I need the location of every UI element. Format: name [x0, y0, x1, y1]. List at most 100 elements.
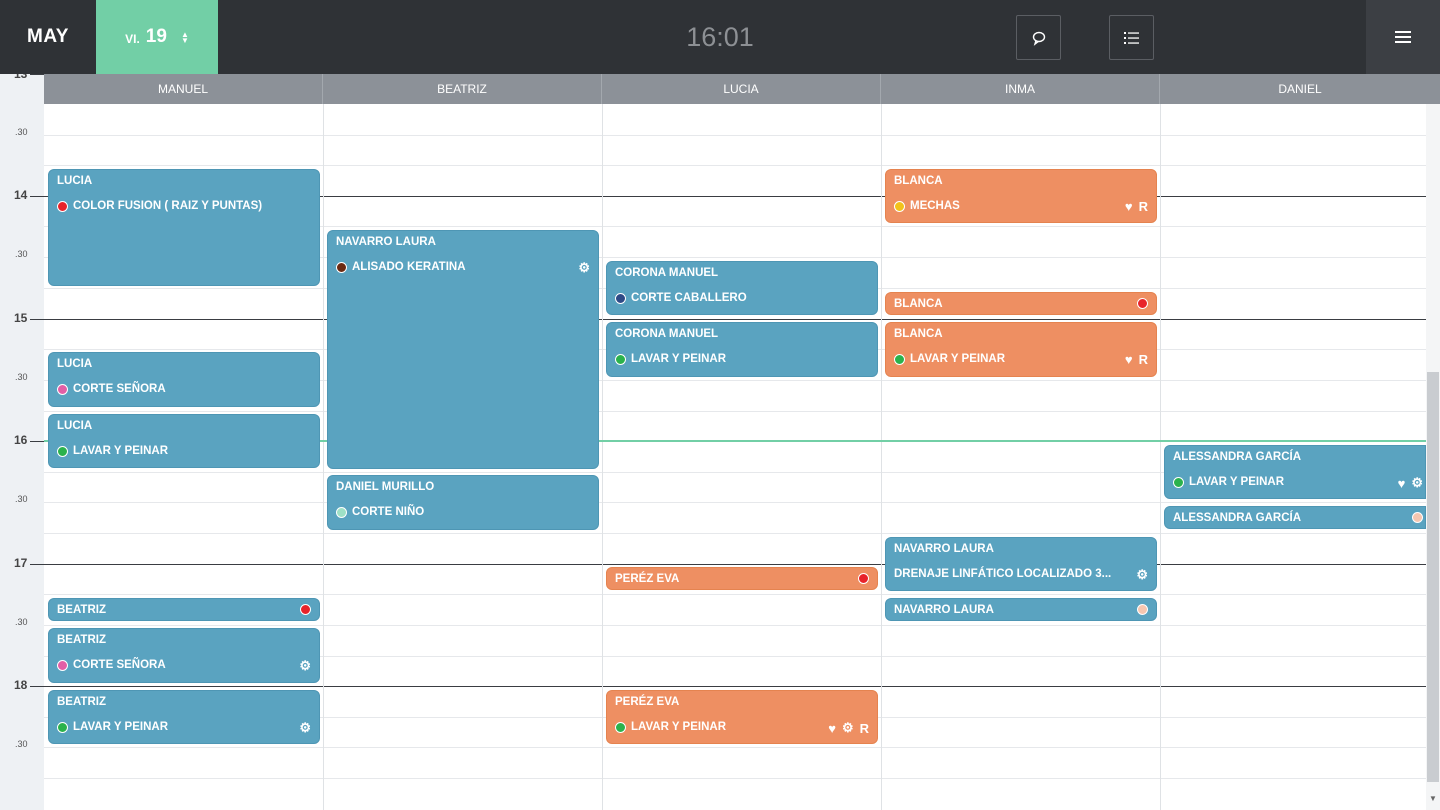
appointment[interactable]: CORONA MANUEL CORTE CABALLERO: [606, 261, 878, 315]
appointment[interactable]: BLANCA: [885, 292, 1157, 315]
appointment[interactable]: BEATRIZ: [48, 598, 320, 621]
appointment[interactable]: NAVARRO LAURA DRENAJE LINFÁTICO LOCALIZA…: [885, 537, 1157, 591]
appointment[interactable]: DANIEL MURILLO CORTE NIÑO: [327, 475, 599, 530]
status-dot: [1137, 298, 1148, 309]
vertical-scrollbar[interactable]: ▼: [1426, 104, 1440, 810]
grid-line: [44, 411, 1426, 412]
gear-icon[interactable]: ⚙: [299, 720, 311, 736]
scrollbar-thumb[interactable]: [1427, 372, 1439, 782]
appointment-service: LAVAR Y PEINAR: [1173, 476, 1284, 488]
appointment[interactable]: CORONA MANUEL LAVAR Y PEINAR: [606, 322, 878, 377]
column-divider: [602, 104, 603, 810]
time-label: .30: [15, 127, 28, 137]
appointment[interactable]: LUCIA LAVAR Y PEINAR: [48, 414, 320, 468]
column-header-lucia[interactable]: LUCIA: [602, 74, 881, 104]
appointment[interactable]: NAVARRO LAURA: [885, 598, 1157, 621]
time-label: 14: [14, 188, 28, 202]
appointment[interactable]: LUCIA COLOR FUSION ( RAIZ Y PUNTAS): [48, 169, 320, 286]
appointment-client: ALESSANDRA GARCÍA: [1173, 451, 1301, 463]
appointment-service: CORTE CABALLERO: [615, 292, 747, 304]
appointment-service: DRENAJE LINFÁTICO LOCALIZADO 3...: [894, 568, 1112, 580]
appointment[interactable]: LUCIA CORTE SEÑORA: [48, 352, 320, 407]
status-dot: [57, 383, 68, 395]
appointment-client: BLANCA: [894, 298, 943, 310]
appointment-service: CORTE NIÑO: [336, 506, 424, 518]
appointment[interactable]: ALESSANDRA GARCÍA: [1164, 506, 1426, 529]
column-header-daniel[interactable]: DANIEL: [1160, 74, 1440, 104]
schedule-grid[interactable]: LUCIA COLOR FUSION ( RAIZ Y PUNTAS) LUCI…: [44, 104, 1426, 810]
heart-icon[interactable]: ♥: [1398, 476, 1406, 491]
status-dot: [1412, 512, 1423, 523]
appointment-client: BLANCA: [894, 328, 943, 340]
time-label: .30: [15, 249, 28, 259]
column-header-manuel[interactable]: MANUEL: [44, 74, 323, 104]
grid-line: [44, 778, 1426, 779]
status-dot: [858, 573, 869, 584]
status-dot: [57, 445, 68, 457]
appointment-client: NAVARRO LAURA: [894, 543, 994, 555]
recurring-badge[interactable]: R: [860, 721, 869, 736]
gear-icon[interactable]: ⚙: [299, 658, 311, 674]
column-header-beatriz[interactable]: BEATRIZ: [323, 74, 602, 104]
status-dot: [336, 261, 347, 273]
main-menu-button[interactable]: [1366, 0, 1440, 74]
status-dot: [300, 604, 311, 615]
appointment[interactable]: ALESSANDRA GARCÍA LAVAR Y PEINAR ♥ ⚙: [1164, 445, 1426, 499]
grid-line: [44, 165, 1426, 166]
chat-button[interactable]: [1016, 15, 1061, 60]
appointment-client: BLANCA: [894, 175, 943, 187]
staff-column-headers: MANUEL BEATRIZ LUCIA INMA DANIEL: [44, 74, 1440, 104]
hamburger-menu-icon: [1395, 31, 1411, 43]
column-divider: [881, 104, 882, 810]
list-view-button[interactable]: [1109, 15, 1154, 60]
recurring-badge[interactable]: R: [1139, 199, 1148, 214]
appointment[interactable]: BLANCA LAVAR Y PEINAR ♥ R: [885, 322, 1157, 377]
status-dot: [57, 200, 68, 212]
appointment[interactable]: BLANCA MECHAS ♥ R: [885, 169, 1157, 223]
hour-tick: [30, 686, 44, 687]
day-of-week: VI.: [125, 31, 140, 46]
appointment-service: LAVAR Y PEINAR: [894, 353, 1005, 365]
column-divider: [323, 104, 324, 810]
appointment[interactable]: BEATRIZ LAVAR Y PEINAR ⚙: [48, 690, 320, 744]
hour-tick: [30, 441, 44, 442]
appointment-client: NAVARRO LAURA: [894, 604, 994, 616]
time-gutter: 13 .30 14 .30 15 .30 16 .30 17 .30 18 .3…: [0, 74, 44, 810]
appointment[interactable]: NAVARRO LAURA ALISADO KERATINA ⚙: [327, 230, 599, 469]
clock: 16:01: [686, 21, 754, 52]
status-dot: [615, 292, 626, 304]
hour-line: [44, 564, 1426, 565]
day-number: 19: [145, 26, 167, 47]
sort-arrows-icon[interactable]: ▲ ▼: [181, 31, 189, 45]
recurring-badge[interactable]: R: [1139, 352, 1148, 367]
month-label[interactable]: MAY: [0, 0, 96, 74]
appointment[interactable]: PERÉZ EVA LAVAR Y PEINAR ♥ ⚙ R: [606, 690, 878, 744]
time-label: 18: [14, 678, 28, 692]
appointment-client: LUCIA: [57, 420, 93, 432]
appointment[interactable]: BEATRIZ CORTE SEÑORA ⚙: [48, 628, 320, 683]
heart-icon[interactable]: ♥: [1125, 352, 1133, 367]
gear-icon[interactable]: ⚙: [1411, 475, 1423, 491]
grid-line: [44, 594, 1426, 595]
appointment-client: CORONA MANUEL: [615, 328, 719, 340]
date-selector[interactable]: VI. 19 ▲ ▼: [96, 0, 218, 74]
appointment-service: CORTE SEÑORA: [57, 659, 166, 671]
heart-icon[interactable]: ♥: [828, 721, 836, 736]
gear-icon[interactable]: ⚙: [842, 720, 854, 736]
scroll-down-arrow-icon[interactable]: ▼: [1429, 794, 1437, 803]
appointment-client: BEATRIZ: [57, 604, 106, 616]
list-icon: [1123, 31, 1139, 44]
status-dot: [615, 353, 626, 365]
appointment-service: LAVAR Y PEINAR: [57, 721, 168, 733]
gear-icon[interactable]: ⚙: [1136, 567, 1148, 583]
grid-line: [44, 135, 1426, 136]
heart-icon[interactable]: ♥: [1125, 199, 1133, 214]
column-header-inma[interactable]: INMA: [881, 74, 1160, 104]
appointment[interactable]: PERÉZ EVA: [606, 567, 878, 590]
hour-tick: [30, 74, 44, 75]
status-dot: [336, 506, 347, 518]
grid-line: [44, 533, 1426, 534]
appointment-client: BEATRIZ: [57, 696, 106, 708]
time-label: .30: [15, 372, 28, 382]
gear-icon[interactable]: ⚙: [578, 260, 590, 276]
